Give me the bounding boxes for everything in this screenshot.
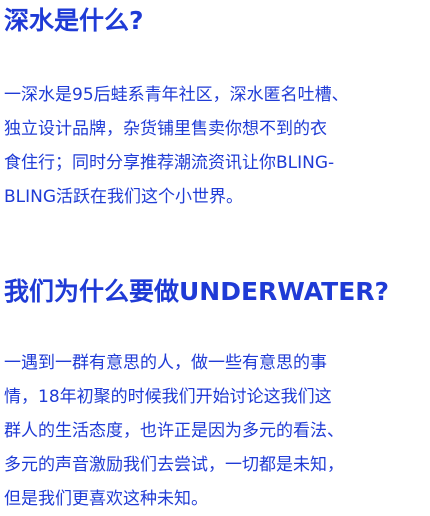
section-2-line: 一遇到一群有意思的人，做一些有意思的事 (4, 353, 327, 373)
section-1-line: 食住行；同时分享推荐潮流资讯让你BLING- (4, 153, 335, 173)
section-2-line: 但是我们更喜欢这种未知。 (4, 489, 208, 509)
section-2-paragraph: 一遇到一群有意思的人，做一些有意思的事 情，18年初聚的时候我们开始讨论这我们这… (4, 346, 428, 516)
page: 深水是什么? 一深水是95后蛙系青年社区，深水匿名吐槽、 独立设计品牌，杂货铺里… (0, 0, 430, 509)
section-1-line: 独立设计品牌，杂货铺里售卖你想不到的衣 (4, 119, 327, 139)
section-2-line: 群人的生活态度，也许正是因为多元的看法、 (4, 421, 344, 441)
section-2-line: 多元的声音激励我们去尝试，一切都是未知， (4, 455, 344, 475)
section-1-paragraph: 一深水是95后蛙系青年社区，深水匿名吐槽、 独立设计品牌，杂货铺里售卖你想不到的… (4, 78, 428, 214)
section-1-line: BLING活跃在我们这个小世界。 (4, 187, 244, 207)
section-1-title: 深水是什么? (4, 6, 144, 35)
section-2-title: 我们为什么要做UNDERWATER? (4, 277, 390, 306)
section-1-line: 一深水是95后蛙系青年社区，深水匿名吐槽、 (4, 85, 349, 105)
section-2-line: 情，18年初聚的时候我们开始讨论这我们这 (4, 387, 332, 407)
